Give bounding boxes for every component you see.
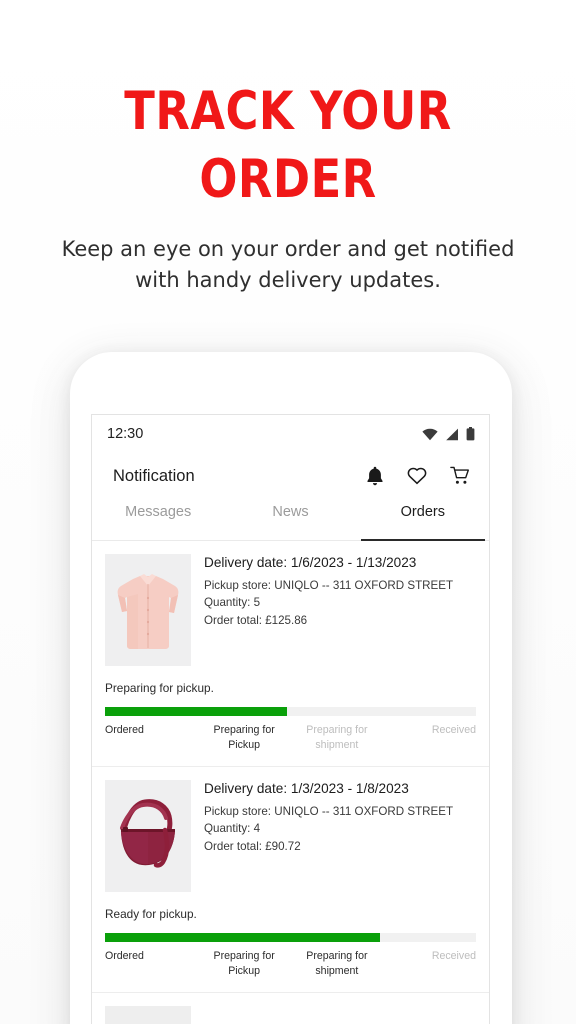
progress-step-preparing-for-pickup: Preparing for Pickup [213, 724, 275, 752]
order-card[interactable]: Delivery date: 1/6/2023 - 1/13/2023 Pick… [92, 541, 489, 768]
heart-icon[interactable] [407, 467, 427, 485]
order-list: Delivery date: 1/6/2023 - 1/13/2023 Pick… [92, 541, 489, 1024]
promo-page: TRACK YOUR ORDER Keep an eye on your ord… [0, 0, 576, 1024]
pink-shirt-image [105, 554, 191, 666]
order-quantity: Quantity: 5 [204, 596, 261, 610]
page-subtitle: Keep an eye on your order and get notifi… [61, 236, 515, 293]
app-bar-actions [366, 466, 475, 486]
page-title: TRACK YOUR ORDER [86, 78, 490, 214]
order-summary: Delivery date: 1/6/2023 - 1/13/2023 Pick… [105, 554, 476, 666]
order-details: Delivery date: 1/6/2023 - 1/13/2023 Pick… [204, 554, 476, 666]
order-delivery-date: Delivery date: 1/3/2023 - 1/8/2023 [204, 781, 409, 797]
order-pickup-store: Pickup store: UNIQLO -- 311 OXFORD STREE… [204, 805, 454, 819]
order-details: Delivery date: 1/3/2023 - 1/8/2023 Picku… [204, 780, 476, 892]
progress-step-ordered: Ordered [105, 950, 144, 963]
tab-messages[interactable]: Messages [92, 499, 224, 540]
battery-icon [466, 427, 475, 441]
status-bar: 12:30 [92, 415, 489, 453]
order-status-text: Ready for pickup. [105, 907, 197, 922]
order-card[interactable] [92, 993, 489, 1024]
order-card[interactable]: Delivery date: 1/3/2023 - 1/8/2023 Picku… [92, 767, 489, 994]
promo-header: TRACK YOUR ORDER Keep an eye on your ord… [0, 78, 576, 297]
order-progress-steps: Ordered Preparing for Pickup Preparing f… [105, 723, 476, 766]
progress-step-preparing-for-pickup: Preparing for Pickup [213, 950, 275, 978]
order-progress-fill [105, 933, 380, 943]
order-quantity: Quantity: 4 [204, 822, 261, 836]
order-summary: Delivery date: 1/3/2023 - 1/8/2023 Picku… [105, 780, 476, 893]
cart-icon[interactable] [450, 466, 471, 486]
order-progress-steps: Ordered Preparing for Pickup Preparing f… [105, 949, 476, 992]
wifi-icon [422, 428, 438, 441]
product-thumbnail[interactable] [105, 780, 191, 893]
bell-icon[interactable] [366, 466, 384, 486]
app-bar: Notification [92, 453, 489, 499]
product-thumbnail[interactable] [105, 554, 191, 666]
progress-step-preparing-for-shipment: Preparing for shipment [306, 950, 368, 978]
cellular-signal-icon [445, 428, 459, 441]
tab-news[interactable]: News [224, 499, 356, 540]
progress-step-preparing-for-shipment: Preparing for shipment [306, 724, 368, 752]
order-total: Order total: £90.72 [204, 839, 301, 853]
order-progress-bar [105, 707, 476, 716]
order-delivery-date: Delivery date: 1/6/2023 - 1/13/2023 [204, 555, 417, 570]
progress-step-received: Received [431, 724, 476, 736]
progress-step-received: Received [431, 950, 476, 963]
page-title-line-2: ORDER [199, 148, 377, 210]
app-bar-title: Notification [113, 466, 195, 485]
product-thumbnail[interactable] [105, 1006, 191, 1024]
order-total: Order total: £125.86 [204, 613, 308, 627]
order-progress-bar [105, 933, 476, 943]
order-pickup-store: Pickup store: UNIQLO -- 311 OXFORD STREE… [204, 579, 454, 592]
progress-step-ordered: Ordered [105, 724, 144, 736]
page-title-line-1: TRACK YOUR [124, 81, 452, 142]
status-bar-icons [422, 427, 475, 441]
order-progress-fill [105, 707, 287, 716]
order-status-text: Preparing for pickup. [105, 681, 214, 695]
phone-screen: 12:30 Notification Messages News Orders … [91, 414, 490, 1024]
tab-bar: Messages News Orders [92, 499, 489, 541]
status-bar-time: 12:30 [107, 426, 144, 442]
burgundy-crossbody-bag-image [105, 780, 191, 893]
tab-orders[interactable]: Orders [357, 499, 489, 541]
